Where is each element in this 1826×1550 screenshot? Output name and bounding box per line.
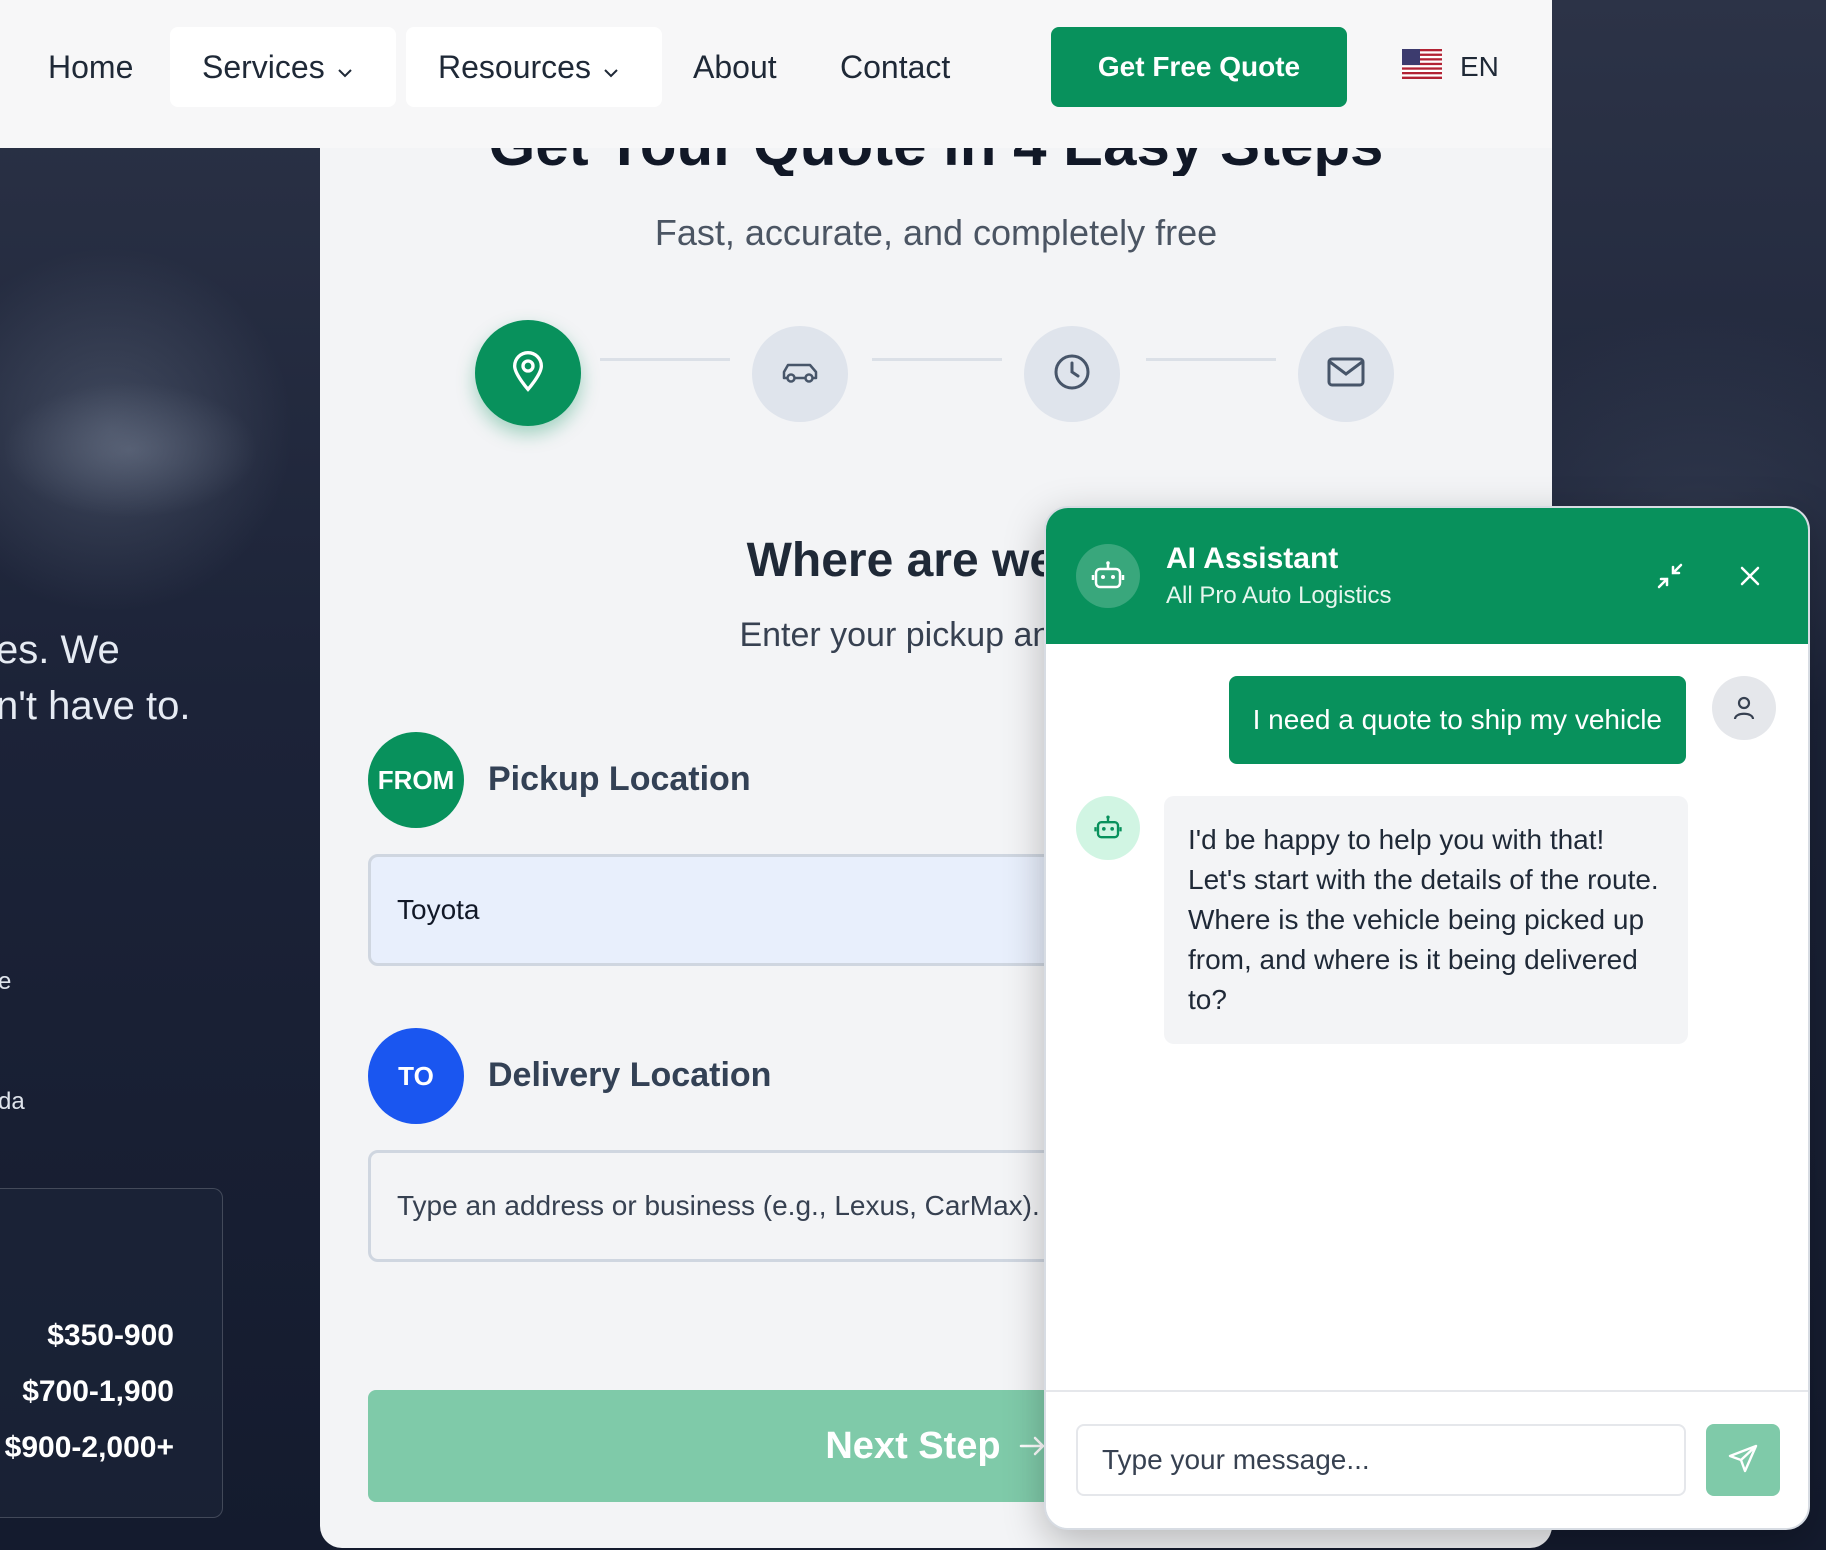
- delivery-location-label: Delivery Location: [488, 1056, 772, 1094]
- step-3-schedule[interactable]: [1024, 326, 1120, 422]
- price-2: $700-1,900: [22, 1375, 174, 1408]
- send-icon: [1727, 1443, 1759, 1478]
- language-code: EN: [1460, 51, 1499, 82]
- chat-header: AI Assistant All Pro Auto Logistics: [1046, 508, 1808, 644]
- step-connector: [1146, 358, 1276, 361]
- top-navbar: Home Services Resources About Contact Ge…: [0, 0, 1552, 148]
- us-flag-icon: [1402, 48, 1442, 86]
- nav-services-label: Services: [202, 48, 325, 85]
- quote-title-clip: Get Your Quote in 4 Easy Steps: [320, 148, 1552, 176]
- nav-about[interactable]: About: [693, 27, 777, 107]
- chat-title: AI Assistant: [1166, 542, 1339, 575]
- step-connector: [600, 358, 730, 361]
- chevron-down-icon: [337, 49, 353, 86]
- price-3: $900-2,000+: [4, 1431, 174, 1464]
- nav-home[interactable]: Home: [48, 27, 133, 107]
- hero-text-line-2: n't have to.: [0, 684, 191, 728]
- arrow-right-icon: [1019, 1425, 1047, 1468]
- step-connector: [872, 358, 1002, 361]
- user-avatar-icon: [1712, 676, 1776, 740]
- step-2-vehicle[interactable]: [752, 326, 848, 422]
- nav-contact[interactable]: Contact: [840, 27, 950, 107]
- send-button[interactable]: [1706, 1424, 1780, 1496]
- bot-avatar-icon: [1076, 796, 1140, 860]
- get-free-quote-button[interactable]: Get Free Quote: [1051, 27, 1347, 107]
- price-1: $350-900: [47, 1319, 174, 1352]
- quote-title: Get Your Quote in 4 Easy Steps: [320, 148, 1552, 176]
- bot-icon: [1076, 544, 1140, 608]
- nav-resources[interactable]: Resources: [406, 27, 662, 107]
- chat-message-input[interactable]: [1076, 1424, 1686, 1496]
- hero-text-line-1: es. We: [0, 628, 120, 672]
- minimize-icon: [1655, 561, 1685, 596]
- from-badge: FROM: [368, 732, 464, 828]
- map-pin-icon: [508, 349, 548, 398]
- close-chat-button[interactable]: [1730, 558, 1770, 598]
- user-message: I need a quote to ship my vehicle: [1228, 676, 1686, 764]
- clock-icon: [1052, 352, 1092, 397]
- chat-footer: [1046, 1390, 1808, 1528]
- chat-widget: AI Assistant All Pro Auto Logistics I ne…: [1044, 506, 1810, 1530]
- close-icon: [1738, 564, 1762, 593]
- nav-services[interactable]: Services: [170, 27, 396, 107]
- quote-subtitle: Fast, accurate, and completely free: [654, 212, 1218, 253]
- next-step-label: Next Step: [825, 1424, 1001, 1467]
- car-icon: [780, 358, 820, 391]
- minimize-button[interactable]: [1650, 558, 1690, 598]
- bot-message: I'd be happy to help you with that! Let'…: [1164, 796, 1688, 1044]
- price-card: $350-900 $700-1,900 $900-2,000+: [0, 1188, 223, 1518]
- hero-car-image: [0, 300, 320, 560]
- step-4-contact[interactable]: [1298, 326, 1394, 422]
- language-selector[interactable]: EN: [1402, 27, 1499, 107]
- chevron-down-icon: [603, 49, 619, 86]
- pickup-location-label: Pickup Location: [488, 760, 751, 798]
- step-1-location[interactable]: [475, 320, 581, 426]
- to-badge: TO: [368, 1028, 464, 1124]
- nav-resources-label: Resources: [438, 48, 591, 85]
- mail-icon: [1326, 356, 1366, 393]
- hero-list-fragment-2: da: [0, 1088, 25, 1115]
- chat-subtitle: All Pro Auto Logistics: [1166, 582, 1392, 609]
- hero-list-fragment-1: e: [0, 968, 12, 995]
